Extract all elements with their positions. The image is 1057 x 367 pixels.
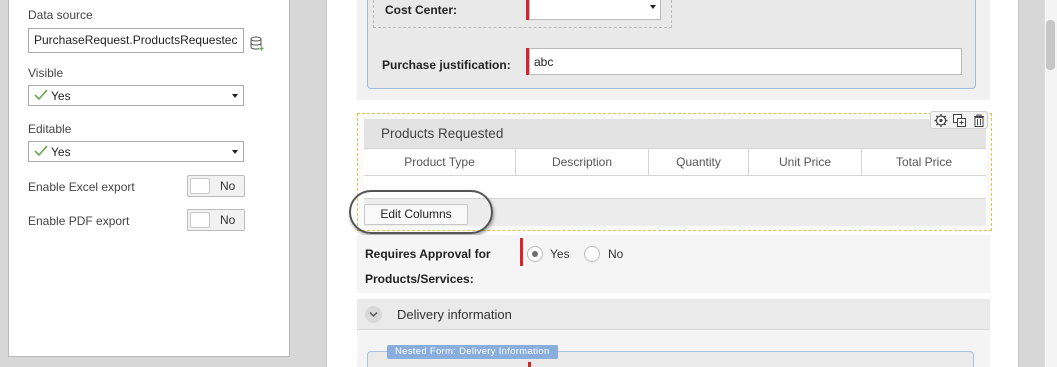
properties-panel: Data source PurchaseRequest.ProductsRequ… <box>8 0 290 357</box>
chevron-down-icon <box>232 150 238 154</box>
nested-form-tag: Nested Form: Delivery Information <box>387 345 558 359</box>
check-icon <box>34 89 48 101</box>
gear-icon[interactable] <box>933 113 949 128</box>
approval-yes-radio[interactable] <box>527 246 543 262</box>
required-marker <box>528 362 531 367</box>
approval-yes-label[interactable]: Yes <box>550 247 570 261</box>
pdf-export-value: No <box>220 213 236 227</box>
scrollbar-thumb[interactable] <box>1046 20 1055 70</box>
pdf-export-label: Enable PDF export <box>28 214 130 228</box>
column-header-total-price[interactable]: Total Price <box>862 149 986 176</box>
toggle-knob <box>190 178 210 194</box>
trash-icon[interactable] <box>971 113 987 128</box>
visible-label: Visible <box>28 66 64 80</box>
grid-toolbar <box>930 111 988 129</box>
excel-export-toggle[interactable]: No <box>187 175 245 197</box>
highlight-callout <box>349 190 493 234</box>
column-header-quantity[interactable]: Quantity <box>649 149 749 176</box>
pdf-export-toggle[interactable]: No <box>187 209 245 231</box>
purchase-justification-input[interactable]: abc <box>529 48 962 75</box>
purchase-justification-label: Purchase justification: <box>382 58 511 72</box>
toggle-knob <box>190 212 210 228</box>
chevron-down-icon <box>232 94 238 98</box>
cost-center-select[interactable] <box>529 0 661 20</box>
products-grid-title: Products Requested <box>381 126 504 141</box>
approval-no-label[interactable]: No <box>608 247 623 261</box>
column-header-product-type[interactable]: Product Type <box>364 149 516 176</box>
column-header-unit-price[interactable]: Unit Price <box>749 149 862 176</box>
chevron-down-icon <box>650 5 656 9</box>
check-icon <box>34 145 48 157</box>
editable-value: Yes <box>51 145 71 159</box>
visible-value: Yes <box>51 89 71 103</box>
products-grid-columns: Product Type Description Quantity Unit P… <box>364 148 986 176</box>
data-source-input[interactable]: PurchaseRequest.ProductsRequestec <box>28 28 244 53</box>
data-source-label: Data source <box>28 8 93 22</box>
chevron-down-icon <box>369 311 378 318</box>
radio-selected-dot <box>532 251 538 257</box>
editable-label: Editable <box>28 122 72 136</box>
excel-export-value: No <box>220 179 236 193</box>
database-add-icon[interactable] <box>250 36 264 52</box>
copy-icon[interactable] <box>952 113 968 128</box>
delivery-section-title: Delivery information <box>397 307 512 322</box>
column-header-description[interactable]: Description <box>516 149 649 176</box>
requires-approval-label-2: Products/Services: <box>365 272 474 286</box>
cost-center-label: Cost Center: <box>385 3 458 17</box>
excel-export-label: Enable Excel export <box>28 180 135 194</box>
required-marker <box>520 238 523 266</box>
requires-approval-label: Requires Approval for <box>365 247 491 261</box>
collapse-toggle[interactable] <box>365 306 382 323</box>
editable-select[interactable]: Yes <box>28 141 244 162</box>
visible-select[interactable]: Yes <box>28 85 244 106</box>
approval-no-radio[interactable] <box>584 246 600 262</box>
